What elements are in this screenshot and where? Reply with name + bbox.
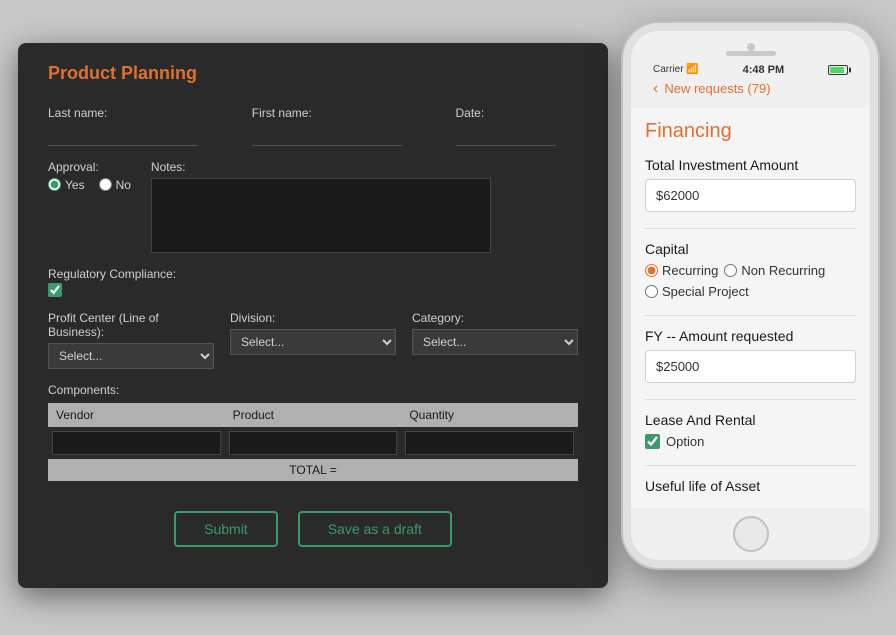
home-button[interactable] <box>733 516 769 552</box>
total-investment-group: Total Investment Amount <box>645 157 856 212</box>
desktop-form: Product Planning Last name: First name: … <box>18 43 608 588</box>
approval-radio-group: Yes No <box>48 178 131 192</box>
useful-life-label: Useful life of Asset <box>645 478 856 494</box>
approval-section: Approval: Yes No <box>48 160 131 253</box>
back-label[interactable]: New requests (79) <box>664 81 770 96</box>
category-select[interactable]: Select... <box>412 329 578 355</box>
button-row: Submit Save as a draft <box>48 511 578 547</box>
first-name-input[interactable] <box>252 124 402 146</box>
carrier-text: Carrier 📶 <box>653 64 699 75</box>
lease-rental-group: Lease And Rental Option <box>645 412 856 449</box>
phone-speaker <box>726 51 776 56</box>
regulatory-label: Regulatory Compliance: <box>48 267 578 281</box>
approval-yes-option[interactable]: Yes <box>48 178 85 192</box>
last-name-input[interactable] <box>48 124 198 146</box>
status-bar: Carrier 📶 4:48 PM <box>647 60 854 78</box>
notes-label: Notes: <box>151 160 578 174</box>
approval-yes-radio[interactable] <box>48 178 61 191</box>
profit-center-label: Profit Center (Line of Business): <box>48 311 214 339</box>
divider-2 <box>645 315 856 316</box>
total-investment-input[interactable] <box>645 179 856 212</box>
non-recurring-option[interactable]: Non Recurring <box>724 263 825 278</box>
mobile-phone: Carrier 📶 4:48 PM ‹ New requests (79) Fi… <box>623 23 878 568</box>
division-field: Division: Select... <box>230 311 396 369</box>
phone-bottom <box>631 508 870 560</box>
fy-amount-label: FY -- Amount requested <box>645 328 856 344</box>
date-field: Date: <box>456 106 579 146</box>
non-recurring-radio[interactable] <box>724 264 737 277</box>
approval-yes-label: Yes <box>65 178 85 192</box>
recurring-option[interactable]: Recurring <box>645 263 718 278</box>
name-date-row: Last name: First name: Date: <box>48 106 578 146</box>
phone-content[interactable]: Financing Total Investment Amount Capita… <box>631 108 870 508</box>
back-arrow-icon[interactable]: ‹ <box>653 80 658 98</box>
regulatory-row: Regulatory Compliance: <box>48 267 578 297</box>
notes-textarea[interactable] <box>151 178 491 253</box>
approval-no-label: No <box>116 178 131 192</box>
phone-section-title: Financing <box>645 120 856 143</box>
capital-label: Capital <box>645 241 856 257</box>
fy-amount-input[interactable] <box>645 350 856 383</box>
last-name-field: Last name: <box>48 106 232 146</box>
capital-group: Capital Recurring Non Recurring Special … <box>645 241 856 299</box>
components-section: Components: Vendor Product Quantity <box>48 383 578 481</box>
special-project-option[interactable]: Special Project <box>645 284 749 299</box>
approval-label: Approval: <box>48 160 131 174</box>
select-row: Profit Center (Line of Business): Select… <box>48 311 578 369</box>
battery-indicator <box>828 65 848 75</box>
lease-rental-label: Lease And Rental <box>645 412 856 428</box>
vendor-input[interactable] <box>52 431 221 455</box>
division-label: Division: <box>230 311 396 325</box>
capital-radio-group: Recurring Non Recurring Special Project <box>645 263 856 299</box>
components-table: Vendor Product Quantity TOTAL = <box>48 403 578 481</box>
first-name-field: First name: <box>252 106 436 146</box>
last-name-label: Last name: <box>48 106 232 120</box>
division-select[interactable]: Select... <box>230 329 396 355</box>
phone-top-bar: Carrier 📶 4:48 PM ‹ New requests (79) <box>631 31 870 108</box>
profit-center-field: Profit Center (Line of Business): Select… <box>48 311 214 369</box>
scene: Product Planning Last name: First name: … <box>18 23 878 613</box>
approval-no-radio[interactable] <box>99 178 112 191</box>
recurring-radio[interactable] <box>645 264 658 277</box>
product-input[interactable] <box>229 431 398 455</box>
profit-center-select[interactable]: Select... <box>48 343 214 369</box>
date-input[interactable] <box>456 124 556 146</box>
quantity-col-header: Quantity <box>401 403 578 427</box>
special-project-label: Special Project <box>662 284 749 299</box>
components-label: Components: <box>48 383 578 397</box>
table-row <box>48 427 578 459</box>
regulatory-checkbox[interactable] <box>48 283 62 297</box>
fy-amount-group: FY -- Amount requested <box>645 328 856 383</box>
submit-button[interactable]: Submit <box>174 511 278 547</box>
phone-camera <box>747 43 755 51</box>
divider-1 <box>645 228 856 229</box>
battery-icon <box>828 65 848 75</box>
notes-section: Notes: <box>151 160 578 253</box>
total-row: TOTAL = <box>48 459 578 481</box>
recurring-label: Recurring <box>662 263 718 278</box>
divider-3 <box>645 399 856 400</box>
approval-notes-row: Approval: Yes No Notes: <box>48 160 578 253</box>
quantity-input[interactable] <box>405 431 574 455</box>
time-text: 4:48 PM <box>743 64 785 76</box>
divider-4 <box>645 465 856 466</box>
total-investment-label: Total Investment Amount <box>645 157 856 173</box>
battery-fill <box>830 67 844 73</box>
useful-life-group: Useful life of Asset <box>645 478 856 494</box>
first-name-label: First name: <box>252 106 436 120</box>
date-label: Date: <box>456 106 579 120</box>
approval-no-option[interactable]: No <box>99 178 131 192</box>
product-col-header: Product <box>225 403 402 427</box>
option-checkbox-group: Option <box>645 434 856 449</box>
special-project-radio[interactable] <box>645 285 658 298</box>
phone-nav: ‹ New requests (79) <box>647 78 854 104</box>
non-recurring-label: Non Recurring <box>741 263 825 278</box>
option-checkbox[interactable] <box>645 434 660 449</box>
save-draft-button[interactable]: Save as a draft <box>298 511 452 547</box>
vendor-col-header: Vendor <box>48 403 225 427</box>
option-label: Option <box>666 434 704 449</box>
form-title: Product Planning <box>48 63 578 84</box>
category-field: Category: Select... <box>412 311 578 369</box>
category-label: Category: <box>412 311 578 325</box>
